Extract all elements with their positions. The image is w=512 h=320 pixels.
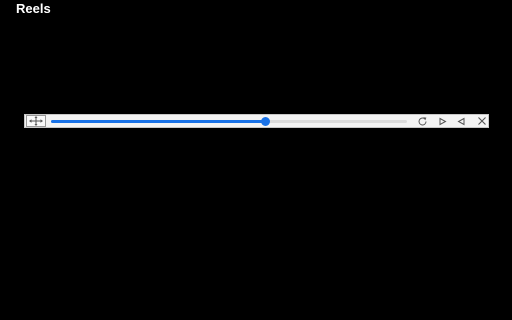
app-title: Reels [16, 1, 51, 16]
play-forward-icon [439, 117, 447, 125]
progress-slider[interactable] [51, 116, 407, 126]
progress-fill [51, 119, 265, 123]
screen: Reels [0, 0, 512, 320]
player-control-bar [24, 114, 489, 128]
close-icon [478, 117, 486, 125]
reload-button[interactable] [416, 115, 428, 127]
play-back-icon [456, 117, 464, 125]
back-button[interactable] [455, 115, 467, 127]
close-button[interactable] [476, 115, 488, 127]
forward-button[interactable] [436, 115, 448, 127]
reload-icon [418, 116, 426, 125]
drag-handle[interactable] [26, 115, 46, 127]
move-arrows-icon [29, 116, 43, 126]
progress-thumb[interactable] [260, 116, 270, 126]
